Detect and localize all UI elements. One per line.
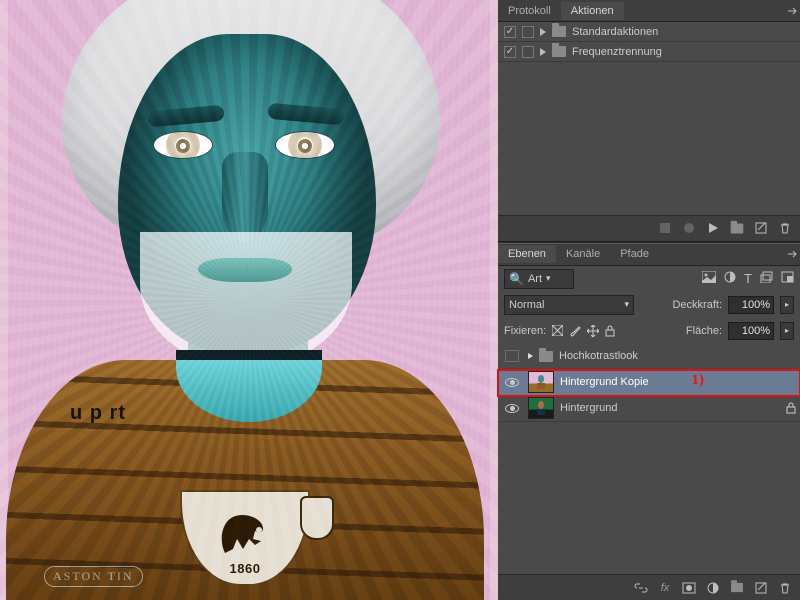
opacity-input[interactable]: 100% (728, 296, 774, 314)
dialog-toggle[interactable] (522, 26, 534, 38)
right-panels: Protokoll Aktionen ✓ Standardaktionen ✓ … (498, 0, 800, 600)
aston-text: ASTON TIN (44, 566, 143, 587)
canvas-art: u p rt 1860 ASTON TIN (0, 0, 498, 600)
expand-icon[interactable] (540, 48, 546, 56)
actions-empty-area (498, 62, 800, 215)
play-button[interactable] (702, 218, 724, 238)
panel-menu-icon[interactable] (784, 0, 800, 22)
lock-label: Fixieren: (504, 325, 546, 337)
fill-label: Fläche: (686, 325, 722, 337)
lock-pixels-icon[interactable] (552, 325, 563, 337)
fill-input[interactable]: 100% (728, 322, 774, 340)
fill-stepper[interactable]: ▸ (780, 322, 794, 340)
tab-protokoll[interactable]: Protokoll (498, 2, 561, 20)
tab-aktionen[interactable]: Aktionen (561, 2, 624, 20)
opacity-label: Deckkraft: (672, 299, 722, 311)
search-icon: 🔍 (509, 272, 524, 286)
filter-icons: T (702, 271, 794, 286)
lock-all-icon[interactable] (605, 325, 615, 337)
lock-icon (786, 402, 796, 414)
panel-menu-icon[interactable] (784, 243, 800, 265)
folder-icon (552, 26, 566, 37)
tab-kanale[interactable]: Kanäle (556, 245, 610, 263)
stop-button[interactable] (654, 218, 676, 238)
layers-footer: fx (498, 574, 800, 600)
lock-move-icon[interactable] (587, 325, 599, 337)
visibility-toggle[interactable] (505, 404, 519, 413)
layer-name: Hintergrund Kopie (560, 376, 649, 388)
sponsor-text: u p rt (70, 402, 126, 425)
lock-icon-group (552, 325, 615, 337)
opacity-stepper[interactable]: ▸ (780, 296, 794, 314)
actions-tabbar: Protokoll Aktionen (498, 0, 800, 22)
filter-adjust-icon[interactable] (724, 271, 736, 286)
lock-fill-row: Fixieren: Fläche: 100% ▸ (498, 318, 800, 344)
layer-name: Hintergrund (560, 402, 617, 414)
annotation: 1) (692, 372, 705, 389)
toggle-checkbox[interactable]: ✓ (504, 46, 516, 58)
blend-mode-value: Normal (509, 299, 544, 311)
folder-icon (539, 351, 553, 362)
dialog-toggle[interactable] (522, 46, 534, 58)
new-action-button[interactable] (750, 218, 772, 238)
layer-filter-row: 🔍 Art ▾ T (498, 266, 800, 292)
chevron-down-icon: ▾ (624, 299, 629, 310)
new-set-button[interactable] (726, 218, 748, 238)
link-layers-button[interactable] (630, 578, 652, 598)
folder-icon (552, 46, 566, 57)
new-layer-button[interactable] (750, 578, 772, 598)
lion-icon (211, 509, 279, 557)
layer-thumbnail[interactable] (528, 371, 554, 393)
blend-opacity-row: Normal ▾ Deckkraft: 100% ▸ (498, 292, 800, 318)
action-set-row[interactable]: ✓ Frequenztrennung (498, 42, 800, 62)
filter-image-icon[interactable] (702, 271, 716, 286)
fx-button[interactable]: fx (654, 578, 676, 598)
actions-footer (498, 215, 800, 241)
tab-ebenen[interactable]: Ebenen (498, 245, 556, 263)
layer-row-selected[interactable]: Hintergrund Kopie 1) (498, 370, 800, 396)
trash-button[interactable] (774, 218, 796, 238)
photoshop-window: u p rt 1860 ASTON TIN Protokoll Aktionen (0, 0, 800, 600)
layer-row[interactable]: Hintergrund (498, 396, 800, 422)
layer-list: Hochkotrastlook Hintergrund Kopie 1) Hin… (498, 344, 800, 422)
trash-button[interactable] (774, 578, 796, 598)
action-set-name: Frequenztrennung (572, 46, 662, 58)
expand-icon[interactable] (540, 28, 546, 36)
layer-thumbnail[interactable] (528, 397, 554, 419)
document-canvas[interactable]: u p rt 1860 ASTON TIN (0, 0, 498, 600)
filter-type-icon[interactable]: T (744, 271, 752, 286)
layer-name: Hochkotrastlook (559, 350, 638, 362)
brand-badge (300, 496, 334, 540)
action-set-name: Standardaktionen (572, 26, 658, 38)
expand-icon[interactable] (528, 353, 533, 359)
filter-type-select[interactable]: 🔍 Art ▾ (504, 269, 574, 289)
visibility-toggle[interactable] (505, 350, 519, 362)
group-button[interactable] (726, 578, 748, 598)
lock-brush-icon[interactable] (569, 325, 581, 337)
adjustment-button[interactable] (702, 578, 724, 598)
toggle-checkbox[interactable]: ✓ (504, 26, 516, 38)
filter-shape-icon[interactable] (760, 271, 773, 286)
blend-mode-select[interactable]: Normal ▾ (504, 295, 634, 315)
record-button[interactable] (678, 218, 700, 238)
action-set-row[interactable]: ✓ Standardaktionen (498, 22, 800, 42)
filter-type-value: Art (528, 273, 542, 285)
layers-tabbar: Ebenen Kanäle Pfade (498, 244, 800, 266)
tab-pfade[interactable]: Pfade (610, 245, 659, 263)
actions-list: ✓ Standardaktionen ✓ Frequenztrennung (498, 22, 800, 62)
crest-year: 1860 (230, 561, 261, 576)
layers-empty-area (498, 422, 800, 575)
mask-button[interactable] (678, 578, 700, 598)
filter-smartobj-icon[interactable] (781, 271, 794, 286)
layer-row-folder[interactable]: Hochkotrastlook (498, 344, 800, 370)
visibility-toggle[interactable] (505, 378, 519, 387)
chevron-down-icon: ▾ (546, 273, 551, 284)
